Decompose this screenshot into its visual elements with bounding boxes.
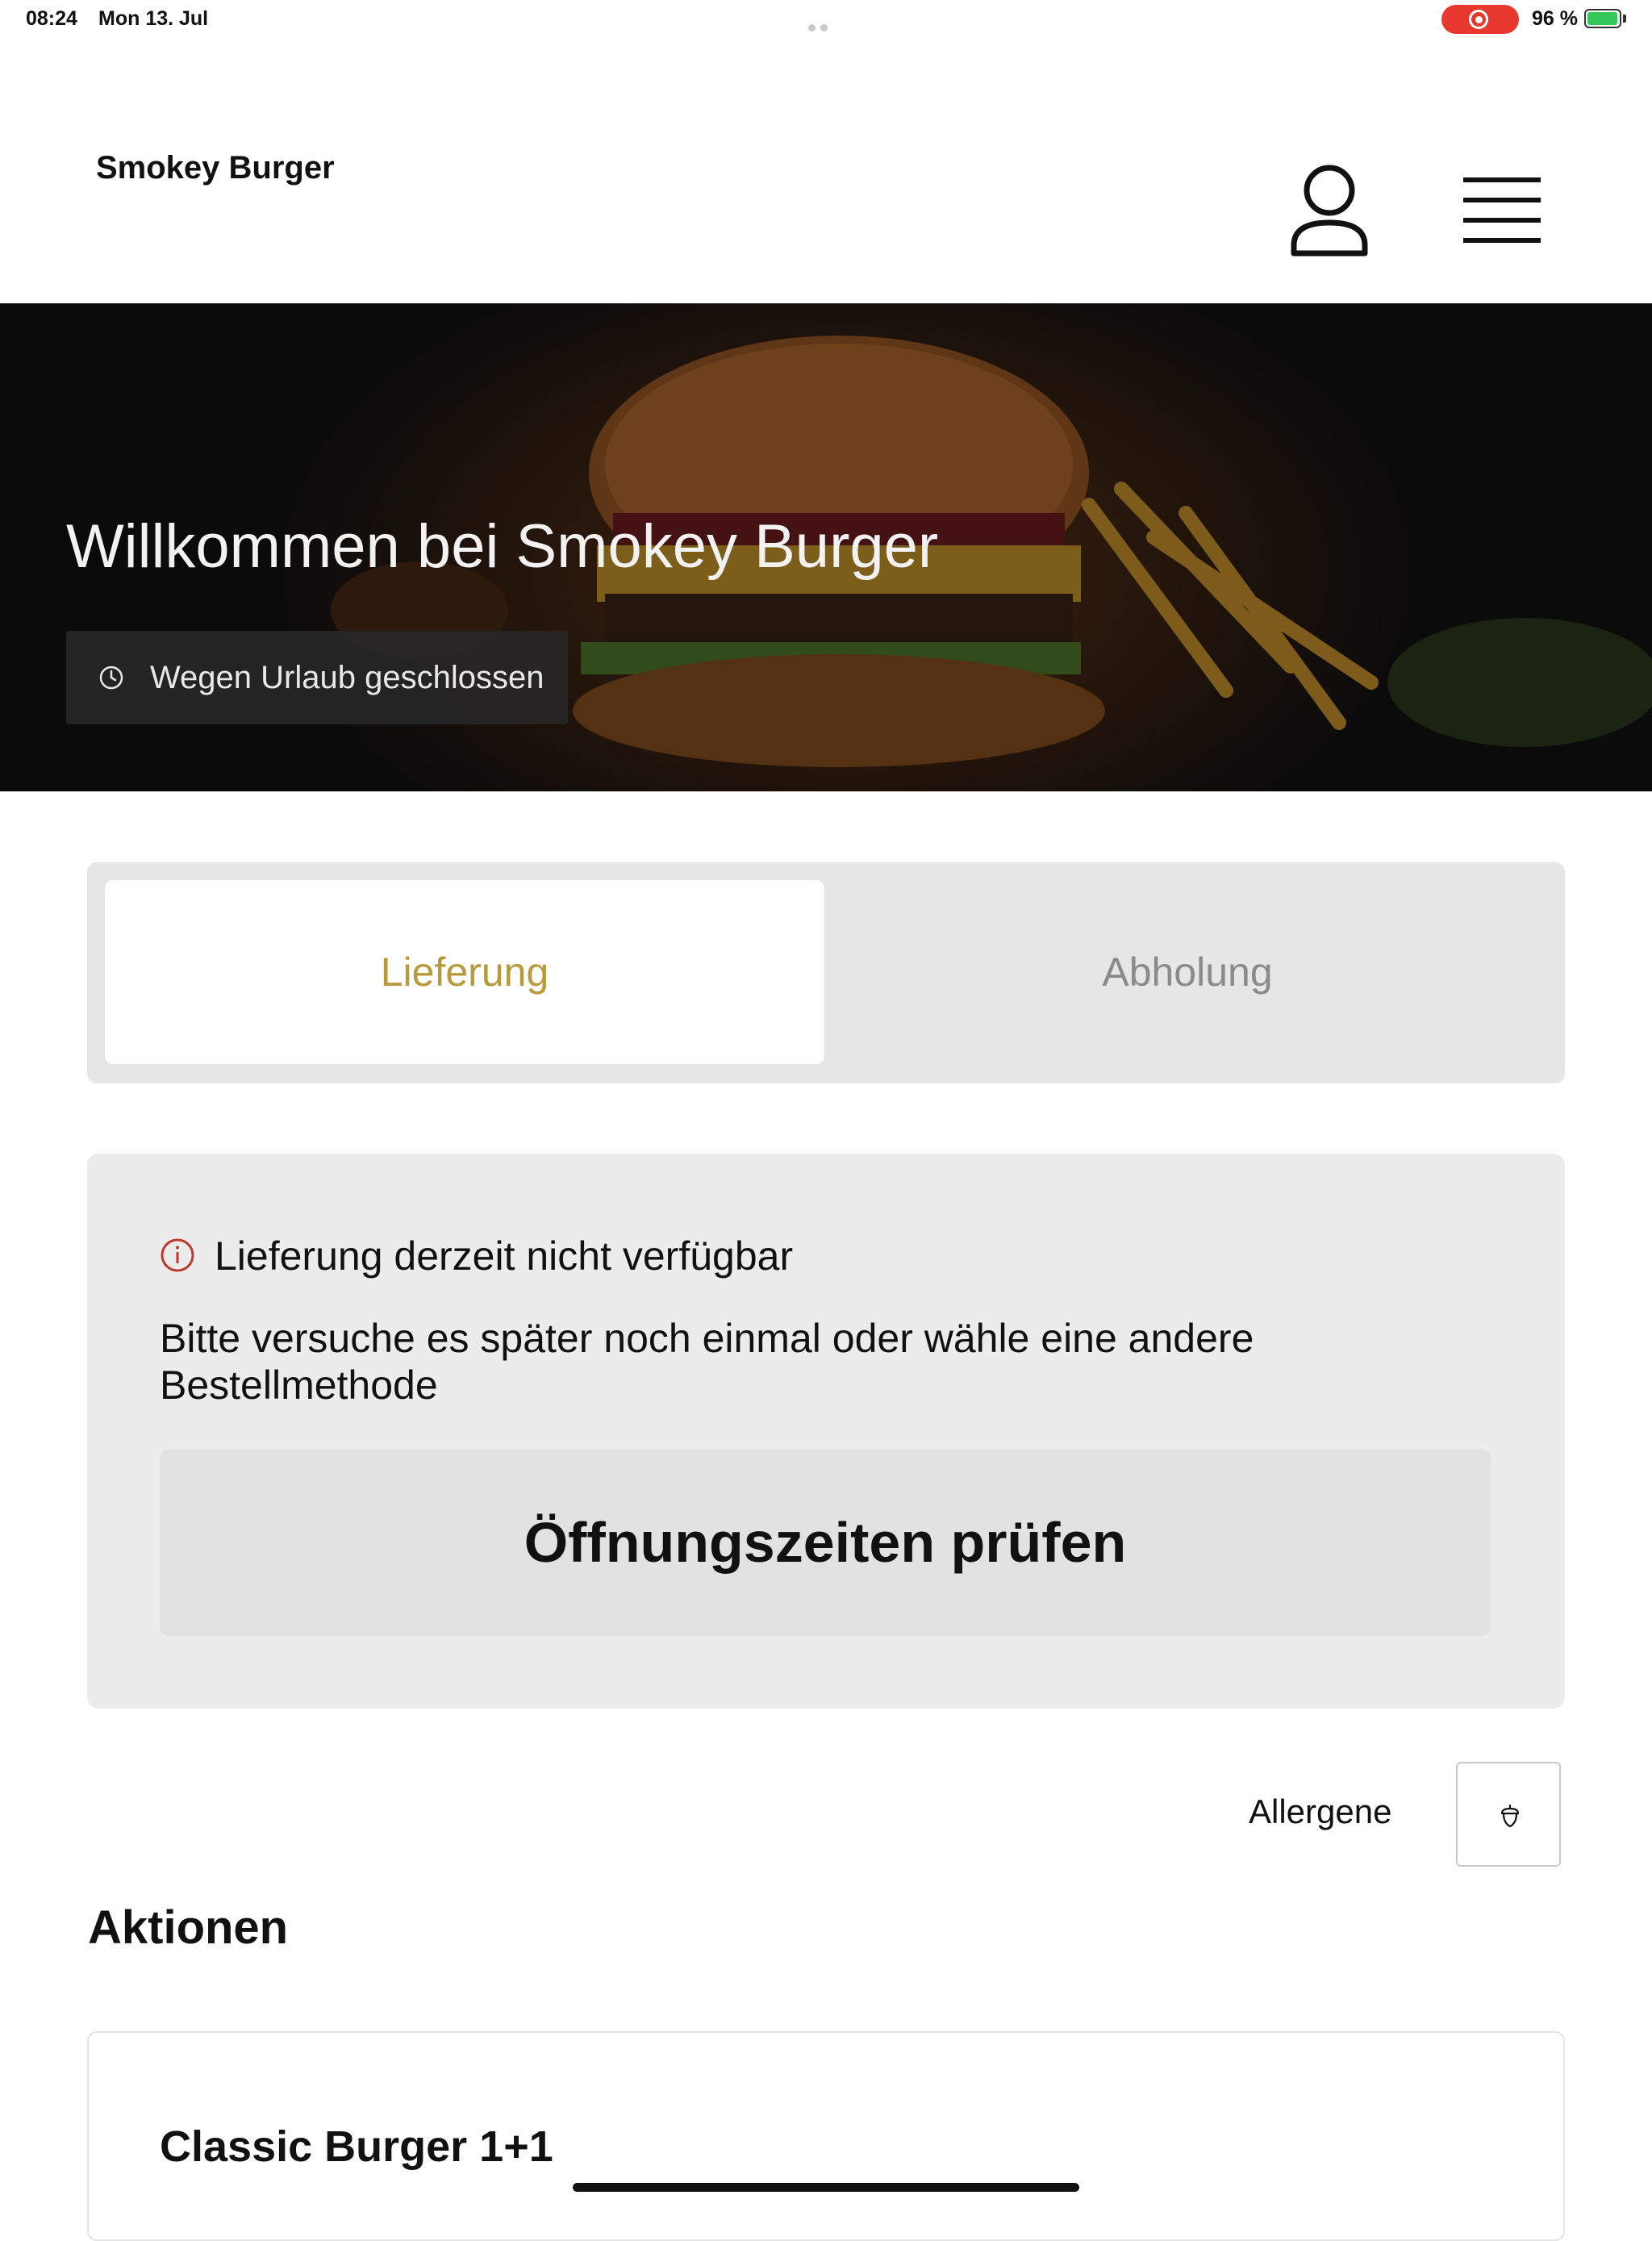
screen-recording-icon[interactable] [1441, 5, 1519, 34]
hero-banner: Willkommen bei Smokey Burger Wegen Urlau… [0, 303, 1652, 791]
home-indicator[interactable] [573, 2183, 1079, 2192]
tab-pickup[interactable]: Abholung [828, 880, 1547, 1064]
promotion-card[interactable]: Classic Burger 1+1 [87, 2031, 1565, 2241]
battery-tip [1623, 15, 1626, 23]
closed-status-badge: Wegen Urlaub geschlossen [66, 631, 568, 724]
delivery-unavailable-notice: Lieferung derzeit nicht verfügbar Bitte … [87, 1154, 1565, 1709]
promotion-card-title: Classic Burger 1+1 [160, 2122, 553, 2171]
section-title-promotions: Aktionen [88, 1901, 289, 1954]
check-opening-hours-button[interactable]: Öffnungszeiten prüfen [160, 1449, 1491, 1636]
menu-icon [1463, 177, 1541, 243]
battery-percentage: 96 % [1532, 7, 1578, 30]
info-alert-icon [161, 1238, 194, 1272]
notice-title: Lieferung derzeit nicht verfügbar [215, 1233, 794, 1279]
closed-status-text: Wegen Urlaub geschlossen [150, 660, 544, 695]
tab-delivery[interactable]: Lieferung [105, 880, 824, 1064]
allergens-label: Allergene [1249, 1792, 1392, 1830]
multitasking-dots[interactable] [808, 14, 844, 55]
user-account-button[interactable] [1287, 163, 1371, 260]
notice-body: Bitte versuche es später noch einmal ode… [160, 1316, 1254, 1408]
battery-icon [1584, 9, 1621, 28]
acorn-icon [1500, 1804, 1520, 1828]
app-header: Smokey Burger [0, 40, 1652, 303]
user-icon [1291, 165, 1368, 257]
clock-icon [99, 666, 123, 690]
brand-name[interactable]: Smokey Burger [96, 150, 335, 186]
status-bar: 08:24 Mon 13. Jul 96 % [0, 0, 1652, 55]
status-date: Mon 13. Jul [98, 7, 209, 30]
status-time: 08:24 [26, 7, 77, 30]
hamburger-menu-button[interactable] [1460, 174, 1544, 247]
order-method-switch: Lieferung Abholung [87, 862, 1565, 1083]
hero-title: Willkommen bei Smokey Burger [66, 512, 939, 581]
allergens-button[interactable] [1456, 1762, 1561, 1867]
